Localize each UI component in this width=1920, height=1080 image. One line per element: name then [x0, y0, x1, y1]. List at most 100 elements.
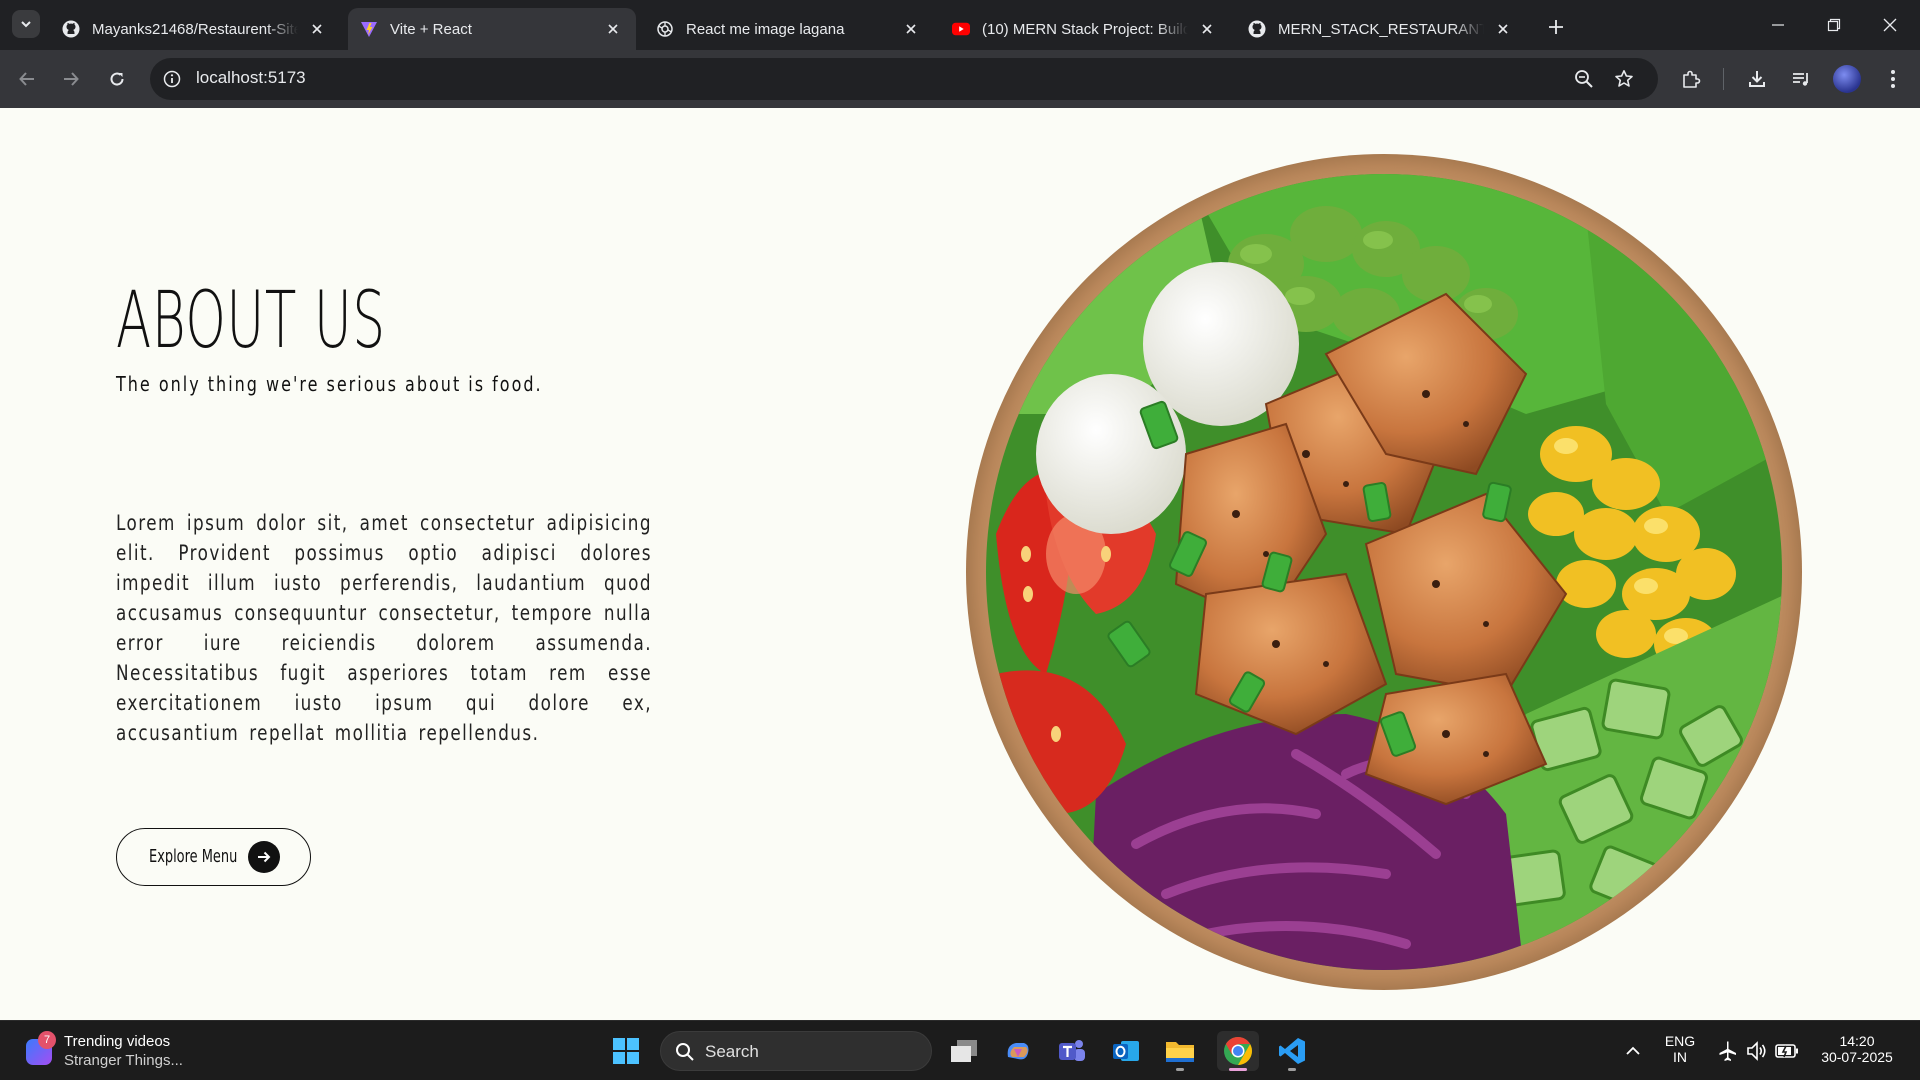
media-queue-icon: [1793, 73, 1808, 86]
running-indicator: [1288, 1068, 1296, 1071]
back-button[interactable]: [10, 62, 44, 96]
running-indicator: [1176, 1068, 1184, 1071]
show-hidden-icons-button[interactable]: [1612, 1031, 1654, 1071]
browser-toolbar: localhost:5173: [0, 50, 1920, 108]
puzzle-icon: [1683, 70, 1701, 88]
reload-button[interactable]: [100, 62, 134, 96]
tab-github-mern-restaurant[interactable]: MERN_STACK_RESTAURANT_RE: [1236, 8, 1526, 50]
folder-icon: [1166, 1042, 1194, 1062]
forward-button[interactable]: [54, 62, 88, 96]
outlook-icon: [1113, 1041, 1139, 1061]
new-tab-button[interactable]: [1542, 13, 1570, 41]
windows-logo-icon: [613, 1038, 639, 1064]
close-tab-icon[interactable]: [900, 18, 922, 40]
region-label: IN: [1673, 1049, 1687, 1065]
widget-title: Trending videos: [64, 1033, 171, 1050]
close-icon: [1883, 18, 1897, 32]
tab-vite-react[interactable]: Vite + React: [348, 8, 636, 50]
close-window-button[interactable]: [1862, 0, 1918, 50]
site-info-icon[interactable]: [160, 67, 184, 91]
tab-title: React me image lagana: [686, 20, 845, 38]
outlook-button[interactable]: [1105, 1031, 1147, 1071]
url-text[interactable]: localhost:5173: [196, 68, 306, 88]
close-tab-icon[interactable]: [306, 18, 328, 40]
downloads-button[interactable]: [1740, 62, 1774, 96]
minimize-button[interactable]: [1750, 0, 1806, 50]
plus-icon: [1549, 20, 1563, 34]
address-bar[interactable]: localhost:5173: [150, 58, 1658, 100]
arrow-left-icon: [19, 72, 34, 86]
taskbar-search[interactable]: Search: [660, 1031, 932, 1071]
github-icon: [62, 20, 80, 38]
start-button[interactable]: [605, 1031, 647, 1071]
browser-tab-strip: Mayanks21468/Restaurent-Site Vite + Reac…: [0, 0, 1920, 50]
tab-title: Vite + React: [390, 20, 472, 38]
minimize-icon: [1772, 24, 1784, 26]
teams-button[interactable]: [1051, 1031, 1093, 1071]
language-label: ENG: [1664, 1033, 1696, 1049]
media-control-button[interactable]: [1784, 62, 1818, 96]
github-icon: [1248, 20, 1266, 38]
airplane-mode-icon: [1719, 1041, 1736, 1061]
explore-menu-button[interactable]: Explore Menu: [116, 828, 311, 886]
tab-github-restaurent-site[interactable]: Mayanks21468/Restaurent-Site: [50, 8, 340, 50]
vite-icon: [360, 20, 378, 38]
tab-title: Mayanks21468/Restaurent-Site: [92, 20, 298, 38]
extensions-button[interactable]: [1674, 62, 1708, 96]
tab-title: (10) MERN Stack Project: Build a: [982, 20, 1188, 38]
close-tab-icon[interactable]: [1196, 18, 1218, 40]
close-tab-icon[interactable]: [602, 18, 624, 40]
bookmark-star-icon[interactable]: [1612, 67, 1636, 91]
copilot-icon: [1007, 1043, 1029, 1060]
profile-avatar[interactable]: [1833, 65, 1861, 93]
widgets-button[interactable]: 7 Trending videos Stranger Things...: [24, 1031, 244, 1071]
about-paragraph: Lorem ipsum dolor sit, amet consectetur …: [116, 511, 652, 745]
reload-icon: [110, 72, 124, 86]
chevron-down-icon: [21, 21, 31, 28]
widget-subtitle: Stranger Things...: [64, 1052, 183, 1069]
task-view-button[interactable]: [943, 1031, 985, 1071]
tab-search-button[interactable]: [12, 10, 40, 38]
page-subtitle: The only thing we're serious about is fo…: [116, 372, 543, 396]
tab-chatgpt[interactable]: React me image lagana: [644, 8, 934, 50]
tab-youtube-mern[interactable]: (10) MERN Stack Project: Build a: [940, 8, 1230, 50]
salad-bowl-image: [966, 154, 1802, 990]
kebab-menu-icon: [1891, 70, 1895, 88]
chevron-up-icon: [1626, 1046, 1640, 1055]
chrome-button[interactable]: [1217, 1031, 1259, 1071]
restore-button[interactable]: [1806, 0, 1862, 50]
toolbar-divider: [1723, 68, 1724, 90]
speaker-icon: [1747, 1041, 1766, 1061]
chrome-icon: [1224, 1037, 1252, 1065]
copilot-button[interactable]: [997, 1031, 1039, 1071]
task-view-icon: [951, 1040, 977, 1062]
about-section: ABOUT US The only thing we're serious ab…: [0, 108, 1920, 1020]
running-indicator: [1229, 1068, 1247, 1071]
youtube-icon: [952, 20, 970, 38]
input-language-button[interactable]: ENG IN: [1660, 1033, 1700, 1065]
teams-icon: [1059, 1040, 1085, 1061]
arrow-right-icon: [248, 841, 280, 873]
search-icon: [676, 1043, 694, 1061]
battery-button[interactable]: [1766, 1031, 1808, 1071]
clock-time: 14:20: [1839, 1033, 1875, 1049]
arrow-right-icon: [64, 72, 79, 86]
close-tab-icon[interactable]: [1492, 18, 1514, 40]
chatgpt-icon: [656, 20, 674, 38]
vscode-icon: [1279, 1038, 1305, 1064]
tab-title: MERN_STACK_RESTAURANT_RE: [1278, 20, 1484, 38]
restore-icon: [1827, 18, 1841, 32]
vscode-button[interactable]: [1271, 1031, 1313, 1071]
windows-taskbar: 7 Trending videos Stranger Things... Sea…: [0, 1020, 1920, 1080]
browser-menu-button[interactable]: [1876, 62, 1910, 96]
file-explorer-button[interactable]: [1159, 1031, 1201, 1071]
download-icon: [1749, 71, 1765, 87]
clock-date: 30-07-2025: [1821, 1049, 1893, 1065]
notification-badge: 7: [38, 1031, 56, 1049]
zoom-out-icon[interactable]: [1572, 67, 1596, 91]
battery-charging-icon: [1775, 1044, 1798, 1058]
explore-menu-label: Explore Menu: [149, 846, 238, 867]
clock[interactable]: 14:20 30-07-2025: [1812, 1033, 1902, 1065]
page-title: ABOUT US: [116, 276, 386, 366]
search-label: Search: [705, 1042, 759, 1061]
